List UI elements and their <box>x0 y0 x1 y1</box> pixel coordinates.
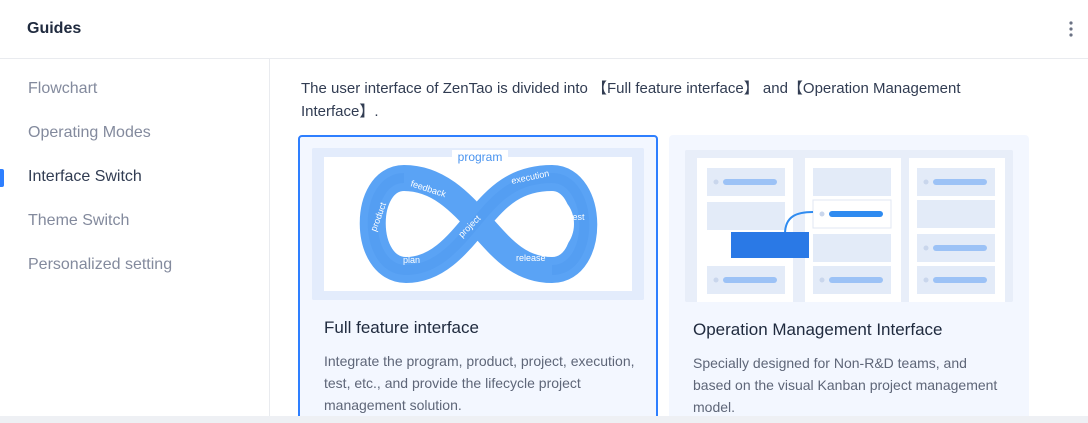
interface-cards: program feedback execution product proje… <box>298 135 1088 416</box>
card-description: Integrate the program, product, project,… <box>324 353 635 413</box>
card-title: Operation Management Interface <box>693 320 943 339</box>
interface-intro-text: The user interface of ZenTao is divided … <box>301 80 961 120</box>
guides-panel: Guides Flowchart Operating Modes Interfa… <box>0 0 1088 416</box>
plan-label: plan <box>403 255 420 265</box>
program-label: program <box>458 150 503 164</box>
more-vertical-icon[interactable] <box>1056 14 1086 44</box>
sidebar-item-personalized-setting[interactable]: Personalized setting <box>0 243 269 287</box>
panel-body: Flowchart Operating Modes Interface Swit… <box>0 59 1088 416</box>
sidebar-item-interface-switch[interactable]: Interface Switch <box>0 155 269 199</box>
lifecycle-diagram: program feedback execution product proje… <box>312 148 644 300</box>
kanban-diagram <box>685 150 1013 302</box>
card-description: Specially designed for Non-R&D teams, an… <box>693 355 998 415</box>
sidebar-item-theme-switch[interactable]: Theme Switch <box>0 199 269 243</box>
sidebar-item-operating-modes[interactable]: Operating Modes <box>0 111 269 155</box>
release-label: release <box>516 253 546 263</box>
full-feature-interface-card[interactable]: program feedback execution product proje… <box>298 135 658 416</box>
operation-management-interface-card[interactable]: Operation Management Interface Specially… <box>669 135 1029 416</box>
guide-content: The user interface of ZenTao is divided … <box>270 59 1088 416</box>
guides-sidebar: Flowchart Operating Modes Interface Swit… <box>0 59 270 416</box>
panel-title: Guides <box>27 20 82 37</box>
sidebar-item-flowchart[interactable]: Flowchart <box>0 67 269 111</box>
card-title: Full feature interface <box>324 318 479 337</box>
panel-header: Guides <box>0 0 1088 59</box>
